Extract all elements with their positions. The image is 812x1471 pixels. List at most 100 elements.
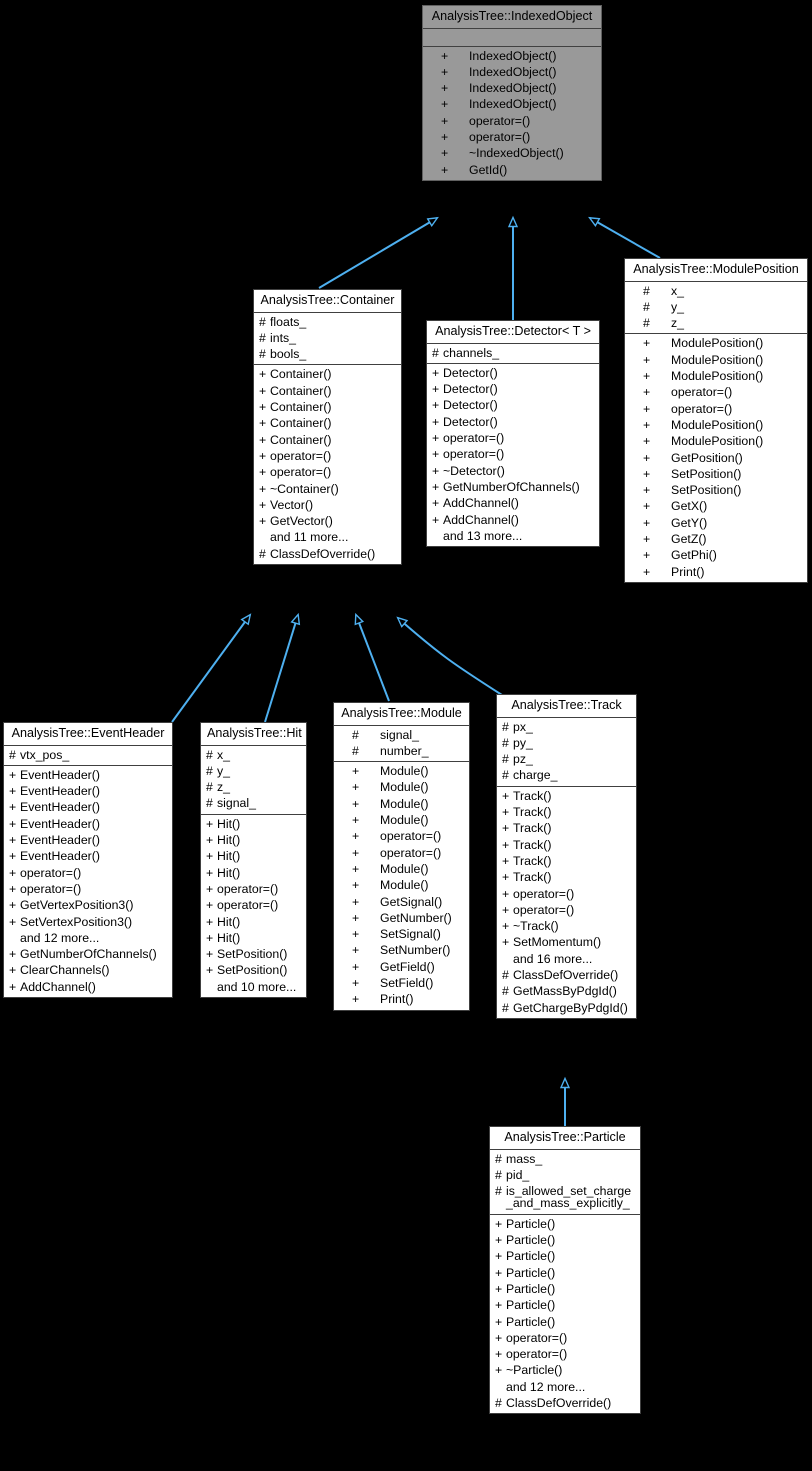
class-node-detector[interactable]: AnalysisTree::Detector< T > # channels_ +…	[426, 320, 600, 548]
visibility-marker: +	[495, 1363, 503, 1378]
member-name: Particle()	[506, 1281, 556, 1296]
visibility-marker: +	[441, 48, 449, 63]
member-name: SetPosition()	[671, 483, 742, 498]
member-row: + ~Detector()	[427, 463, 599, 479]
member-row: + Detector()	[427, 414, 599, 430]
member-name: Container()	[270, 432, 332, 447]
member-name: and 13 more...	[443, 528, 523, 543]
member-name: Hit()	[217, 914, 241, 929]
visibility-marker: +	[206, 833, 214, 848]
visibility-marker: #	[259, 314, 266, 329]
member-row: + Module()	[334, 861, 469, 877]
member-row: + Module()	[334, 763, 469, 779]
class-node-module[interactable]: AnalysisTree::Module # signal_ # number_ + M…	[333, 702, 470, 1011]
member-name: ClassDefOverride()	[270, 546, 376, 561]
visibility-marker: +	[352, 976, 360, 991]
visibility-marker: +	[9, 979, 17, 994]
member-row: + Particle()	[490, 1314, 640, 1330]
visibility-marker: +	[352, 894, 360, 909]
member-row-more: +and 16 more...	[497, 951, 636, 967]
methods-compartment-moduleposition: + ModulePosition() + ModulePosition() + Modul…	[625, 334, 807, 581]
visibility-marker: +	[643, 401, 651, 416]
member-row: + GetNumberOfChannels()	[4, 946, 172, 962]
visibility-marker: +	[495, 1330, 503, 1345]
member-row: + Print()	[625, 564, 807, 580]
visibility-marker: #	[206, 763, 213, 778]
member-row: + SetNumber()	[334, 942, 469, 958]
member-name: Particle()	[506, 1233, 556, 1248]
member-name: bools_	[270, 347, 307, 362]
member-name: x_	[671, 283, 684, 298]
member-name: Module()	[380, 861, 429, 876]
visibility-marker: #	[502, 735, 509, 750]
visibility-marker: +	[259, 383, 267, 398]
member-name: GetZ()	[671, 532, 707, 547]
member-name: GetY()	[671, 515, 708, 530]
member-row: + Track()	[497, 869, 636, 885]
visibility-marker: +	[643, 466, 651, 481]
member-name: Vector()	[270, 497, 314, 512]
visibility-marker: +	[643, 515, 651, 530]
class-node-indexedobject[interactable]: AnalysisTree::IndexedObject + IndexedObje…	[422, 5, 602, 181]
edge-hit-container	[264, 615, 298, 723]
member-row-more: +and 11 more...	[254, 529, 401, 545]
visibility-marker: +	[9, 865, 17, 880]
member-name: Track()	[513, 870, 552, 885]
member-row: + ModulePosition()	[625, 352, 807, 368]
visibility-marker: +	[495, 1233, 503, 1248]
visibility-marker: #	[495, 1167, 502, 1182]
member-row: + ~Track()	[497, 918, 636, 934]
visibility-marker: +	[259, 416, 267, 431]
visibility-marker: +	[352, 959, 360, 974]
member-row: + operator=()	[334, 845, 469, 861]
member-row: # mass_	[490, 1151, 640, 1167]
visibility-marker: +	[502, 837, 510, 852]
member-name: operator=()	[671, 401, 733, 416]
visibility-marker: #	[643, 283, 650, 298]
class-title-detector: AnalysisTree::Detector< T >	[435, 324, 591, 338]
member-row: + ClearChannels()	[4, 962, 172, 978]
member-row: + GetVertexPosition3()	[4, 897, 172, 913]
member-name: px_	[513, 719, 533, 734]
visibility-marker: +	[206, 816, 214, 831]
member-name: operator=()	[513, 886, 575, 901]
visibility-marker: +	[9, 898, 17, 913]
member-name: y_	[671, 299, 684, 314]
member-name: charge_	[513, 768, 558, 783]
class-node-hit[interactable]: AnalysisTree::Hit # x_ # y_ # z_ # signal_ + Hit…	[200, 722, 307, 999]
member-name: Hit()	[217, 816, 241, 831]
attributes-compartment-track: # px_ # py_ # pz_ # charge_	[497, 718, 636, 786]
class-node-track[interactable]: AnalysisTree::Track # px_ # py_ # pz_ # charge_…	[496, 694, 637, 1019]
visibility-marker: #	[495, 1396, 502, 1411]
visibility-marker: +	[502, 919, 510, 934]
edge-track-container	[398, 618, 503, 696]
visibility-marker: +	[206, 898, 214, 913]
member-name: ~Particle()	[506, 1363, 563, 1378]
visibility-marker: +	[259, 481, 267, 496]
member-row: # bools_	[254, 346, 401, 362]
member-row: + ~Container()	[254, 481, 401, 497]
class-node-container[interactable]: AnalysisTree::Container # floats_ # ints_ # b…	[253, 289, 402, 566]
member-row: + IndexedObject()	[423, 48, 601, 64]
visibility-marker: #	[502, 968, 509, 983]
visibility-marker: +	[643, 548, 651, 563]
member-name: z_	[217, 780, 230, 795]
member-row: + SetField()	[334, 975, 469, 991]
class-title-indexedobject: AnalysisTree::IndexedObject	[431, 9, 593, 23]
visibility-marker: +	[502, 788, 510, 803]
class-node-moduleposition[interactable]: AnalysisTree::ModulePosition # x_ # y_ # z_ +…	[624, 258, 808, 583]
member-row: + SetPosition()	[201, 962, 306, 978]
member-name: Track()	[513, 805, 552, 820]
class-node-particle[interactable]: AnalysisTree::Particle # mass_ # pid_ # is_al…	[489, 1126, 641, 1415]
class-node-eventheader[interactable]: AnalysisTree::EventHeader # vtx_pos_ + Eve…	[3, 722, 173, 999]
member-name: Module()	[380, 813, 429, 828]
visibility-marker: +	[432, 447, 440, 462]
methods-compartment-eventheader: + EventHeader() + EventHeader() + EventHeader…	[4, 766, 172, 997]
member-name: operator=()	[469, 113, 531, 128]
member-row: + ~IndexedObject()	[423, 145, 601, 161]
member-name: GetVector()	[270, 514, 333, 529]
member-row: + AddChannel()	[427, 495, 599, 511]
member-row: + operator=()	[334, 828, 469, 844]
member-name: signal_	[217, 796, 256, 811]
member-row: + operator=()	[490, 1346, 640, 1362]
